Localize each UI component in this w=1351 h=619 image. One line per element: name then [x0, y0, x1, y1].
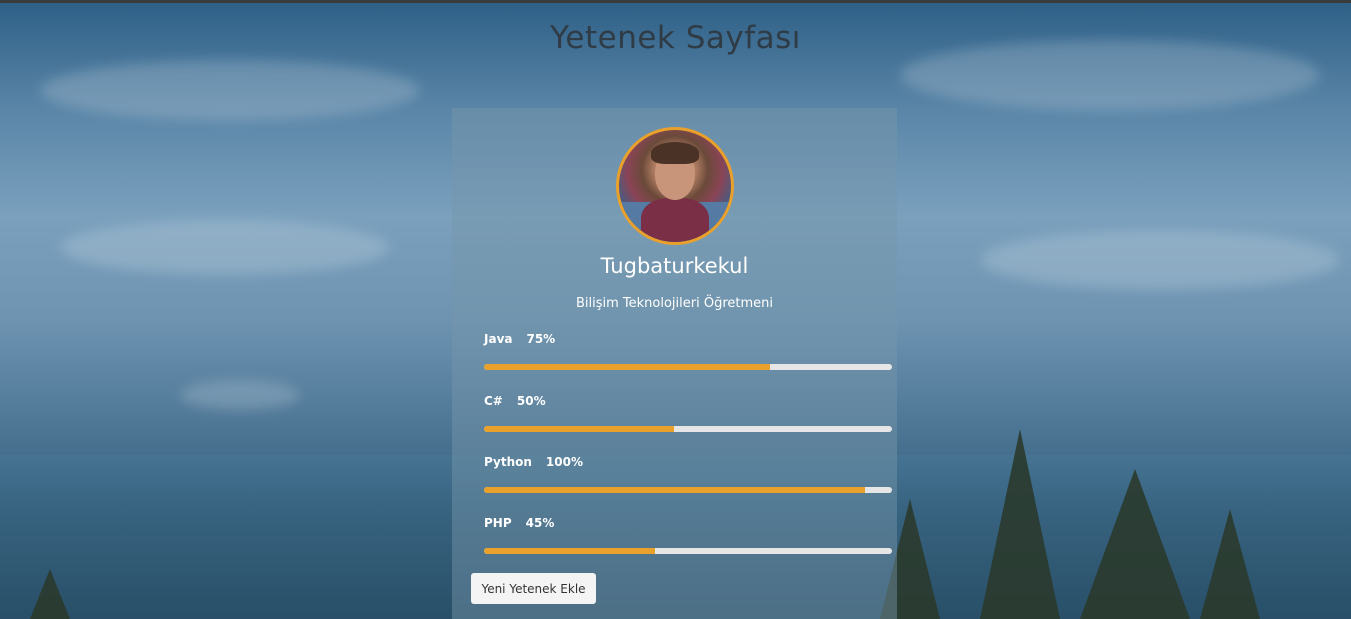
- skill-java: Java 75%: [484, 332, 892, 370]
- progress-fill: [484, 364, 770, 370]
- progress-track: [484, 548, 892, 554]
- skill-label: PHP 45%: [484, 516, 892, 534]
- progress-fill: [484, 487, 866, 493]
- progress-track: [484, 487, 892, 493]
- profile-subtitle: Bilişim Teknolojileri Öğretmeni: [575, 296, 774, 311]
- profile-card: Tugbaturkekul Bilişim Teknolojileri Öğre…: [452, 108, 897, 619]
- progress-track: [484, 426, 892, 432]
- page-title: Yetenek Sayfası: [550, 20, 801, 56]
- skill-percent: 45%: [525, 516, 555, 530]
- add-skill-button[interactable]: Yeni Yetenek Ekle: [471, 573, 596, 604]
- profile-name: Tugbaturkekul: [600, 254, 749, 278]
- avatar: [616, 127, 734, 245]
- window-top-bar: [0, 0, 1351, 3]
- skill-percent: 75%: [526, 332, 556, 346]
- skill-name: Python: [484, 455, 532, 469]
- skill-label: Python 100%: [484, 455, 892, 473]
- skill-percent: 100%: [545, 455, 583, 469]
- skill-name: C#: [484, 394, 503, 408]
- skill-label: C# 50%: [484, 394, 892, 412]
- skill-php: PHP 45%: [484, 516, 892, 554]
- progress-track: [484, 364, 892, 370]
- skill-name: PHP: [484, 516, 512, 530]
- skill-csharp: C# 50%: [484, 394, 892, 432]
- skill-label: Java 75%: [484, 332, 892, 350]
- skill-name: Java: [484, 332, 513, 346]
- skill-percent: 50%: [516, 394, 546, 408]
- skill-python: Python 100%: [484, 455, 892, 493]
- progress-fill: [484, 548, 656, 554]
- progress-fill: [484, 426, 674, 432]
